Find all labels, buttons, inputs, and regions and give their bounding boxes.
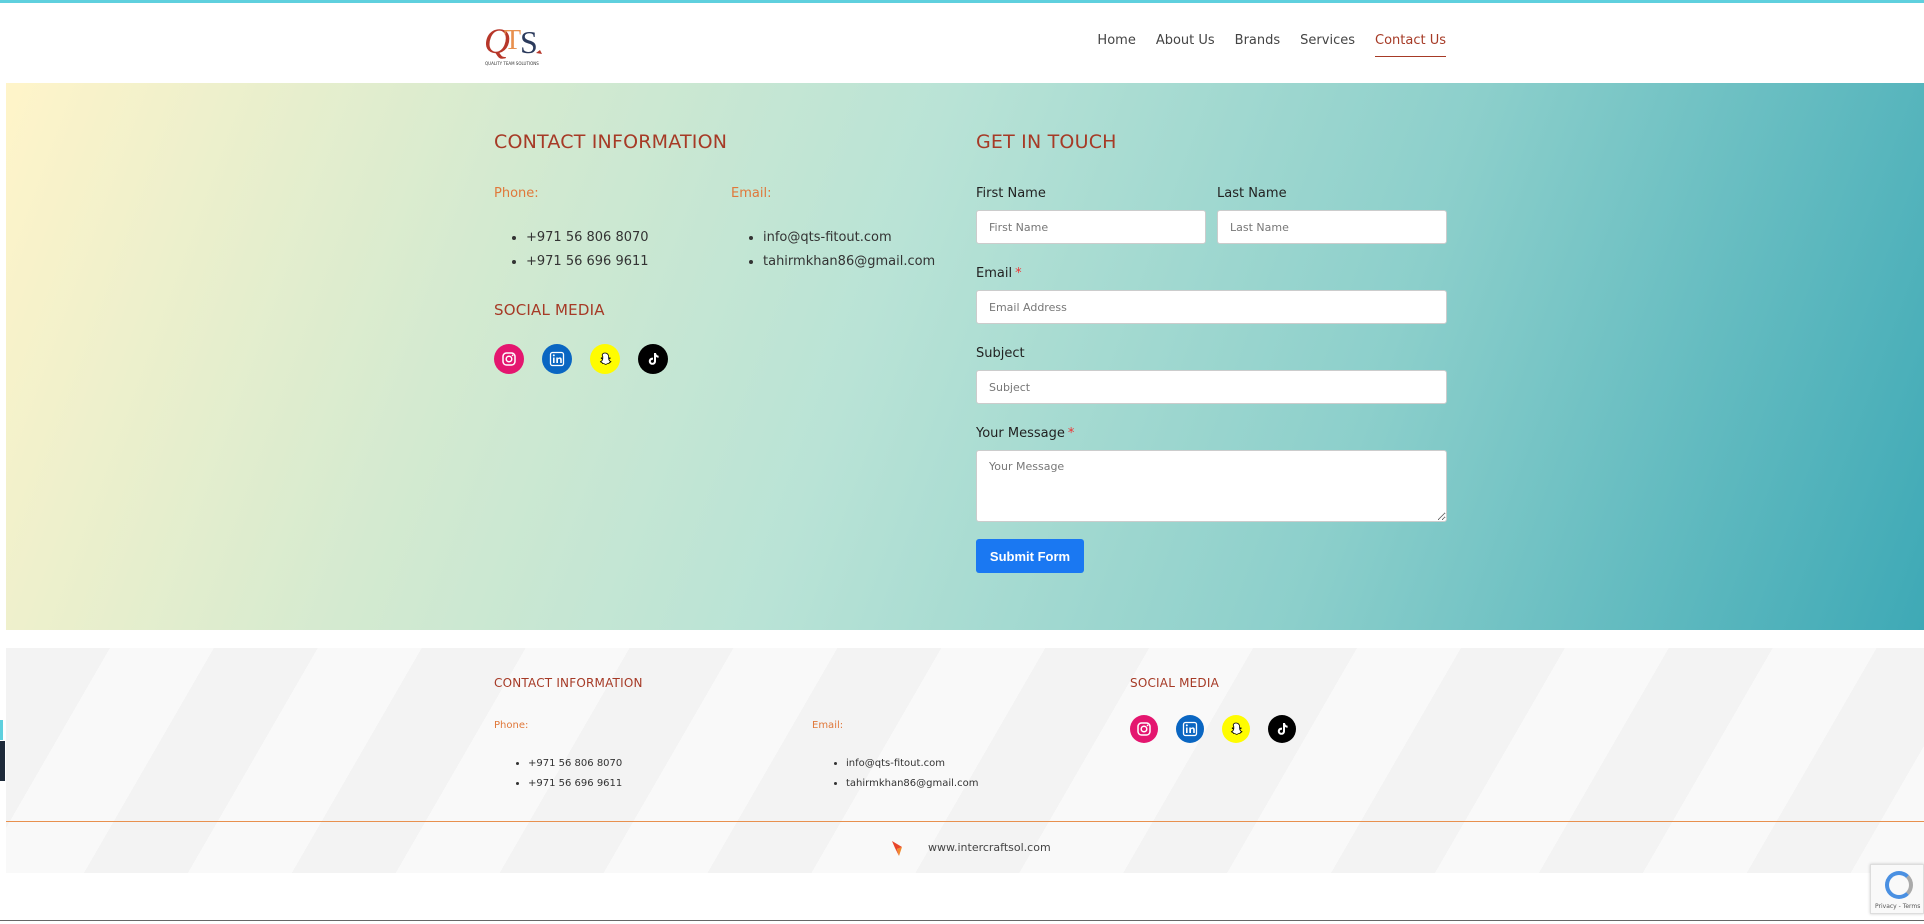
logo-tagline: QUALITY TEAM SOLUTIONS bbox=[485, 61, 539, 66]
phone-list: +971 56 806 8070 +971 56 696 9611 bbox=[508, 230, 649, 278]
footer-social-title: SOCIAL MEDIA bbox=[1130, 676, 1220, 690]
get-in-touch-title: GET IN TOUCH bbox=[976, 131, 1117, 153]
svg-text:T: T bbox=[504, 25, 521, 56]
instagram-icon[interactable] bbox=[494, 344, 524, 374]
message-field-label: Your Message * bbox=[976, 426, 1074, 441]
subject-input[interactable] bbox=[976, 370, 1447, 404]
message-label-text: Your Message bbox=[976, 426, 1065, 441]
qts-logo[interactable]: Q T S QUALITY TEAM SOLUTIONS bbox=[484, 19, 548, 69]
footer-email-list: info@qts-fitout.com tahirmkhan86@gmail.c… bbox=[828, 758, 978, 798]
social-media-title: SOCIAL MEDIA bbox=[494, 301, 605, 319]
required-mark: * bbox=[1067, 426, 1075, 441]
bottom-edge bbox=[0, 920, 1924, 924]
contact-info-title: CONTACT INFORMATION bbox=[494, 131, 728, 153]
page: Q T S QUALITY TEAM SOLUTIONS Home About … bbox=[0, 0, 1924, 924]
site-footer: CONTACT INFORMATION Phone: Email: +971 5… bbox=[6, 648, 1924, 873]
first-name-input[interactable] bbox=[976, 210, 1206, 244]
phone-item[interactable]: +971 56 696 9611 bbox=[526, 254, 649, 269]
email-label: Email: bbox=[731, 186, 772, 201]
footer-social-links bbox=[1130, 715, 1296, 743]
site-header: Q T S QUALITY TEAM SOLUTIONS Home About … bbox=[0, 3, 1924, 83]
submit-form-button[interactable]: Submit Form bbox=[976, 539, 1084, 573]
email-list: info@qts-fitout.com tahirmkhan86@gmail.c… bbox=[745, 230, 935, 278]
email-input[interactable] bbox=[976, 290, 1447, 324]
footer-phone-label: Phone: bbox=[494, 720, 529, 731]
snapchat-icon[interactable] bbox=[1222, 715, 1250, 743]
footer-phone-item[interactable]: +971 56 696 9611 bbox=[528, 778, 622, 789]
main-nav: Home About Us Brands Services Contact Us bbox=[1097, 33, 1446, 57]
first-name-label: First Name bbox=[976, 186, 1046, 201]
footer-divider bbox=[6, 821, 1924, 822]
side-tab[interactable] bbox=[0, 741, 5, 781]
nav-home[interactable]: Home bbox=[1097, 33, 1135, 57]
footer-email-item[interactable]: info@qts-fitout.com bbox=[846, 758, 978, 769]
required-mark: * bbox=[1015, 266, 1022, 281]
recaptcha-badge[interactable]: Privacy - Terms bbox=[1870, 864, 1924, 914]
phone-item[interactable]: +971 56 806 8070 bbox=[526, 230, 649, 245]
footer-phone-list: +971 56 806 8070 +971 56 696 9611 bbox=[510, 758, 622, 798]
developer-site-link[interactable]: www.intercraftsol.com bbox=[928, 841, 1051, 854]
message-textarea[interactable] bbox=[976, 450, 1447, 522]
last-name-label: Last Name bbox=[1217, 186, 1287, 201]
recaptcha-terms[interactable]: Privacy - Terms bbox=[1875, 903, 1920, 910]
side-accent bbox=[0, 720, 3, 740]
linkedin-icon[interactable] bbox=[542, 344, 572, 374]
subject-label: Subject bbox=[976, 346, 1025, 361]
instagram-icon[interactable] bbox=[1130, 715, 1158, 743]
nav-about-us[interactable]: About Us bbox=[1156, 33, 1215, 57]
footer-email-label: Email: bbox=[812, 720, 844, 731]
email-item[interactable]: info@qts-fitout.com bbox=[763, 230, 935, 245]
svg-text:S: S bbox=[520, 24, 538, 60]
intercraft-logo-icon[interactable] bbox=[890, 839, 906, 857]
phone-label: Phone: bbox=[494, 186, 539, 201]
footer-email-item[interactable]: tahirmkhan86@gmail.com bbox=[846, 778, 978, 789]
footer-contact-title: CONTACT INFORMATION bbox=[494, 676, 643, 690]
last-name-input[interactable] bbox=[1217, 210, 1447, 244]
snapchat-icon[interactable] bbox=[590, 344, 620, 374]
contact-section: CONTACT INFORMATION Phone: Email: +971 5… bbox=[6, 83, 1924, 630]
nav-brands[interactable]: Brands bbox=[1235, 33, 1281, 57]
recaptcha-icon bbox=[1885, 871, 1913, 899]
nav-contact-us[interactable]: Contact Us bbox=[1375, 33, 1446, 57]
tiktok-icon[interactable] bbox=[638, 344, 668, 374]
social-links bbox=[494, 344, 668, 374]
linkedin-icon[interactable] bbox=[1176, 715, 1204, 743]
email-field-label: Email * bbox=[976, 266, 1022, 281]
email-item[interactable]: tahirmkhan86@gmail.com bbox=[763, 254, 935, 269]
tiktok-icon[interactable] bbox=[1268, 715, 1296, 743]
nav-services[interactable]: Services bbox=[1300, 33, 1355, 57]
email-label-text: Email bbox=[976, 266, 1013, 281]
footer-phone-item[interactable]: +971 56 806 8070 bbox=[528, 758, 622, 769]
